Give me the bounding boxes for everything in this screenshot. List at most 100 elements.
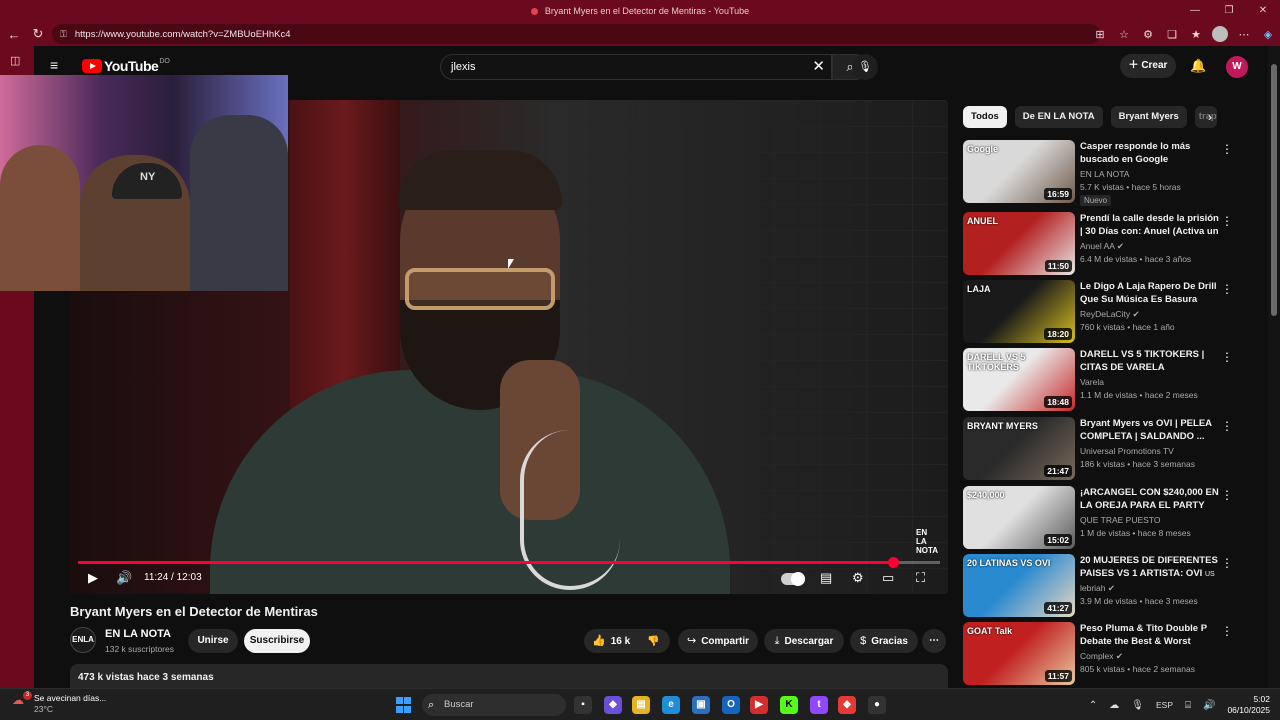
obs-icon[interactable]: ● bbox=[868, 696, 886, 714]
more-vertical-icon[interactable]: ⋮ bbox=[1221, 556, 1233, 570]
recommendation-channel[interactable]: Universal Promotions TV bbox=[1080, 446, 1174, 456]
recommendation-channel[interactable]: EN LA NOTA bbox=[1080, 169, 1129, 179]
video-thumbnail[interactable]: ANUEL 11:50 bbox=[963, 212, 1075, 275]
recommendation-title[interactable]: Le Digo A Laja Rapero De Drill Que Su Mú… bbox=[1080, 280, 1220, 307]
recommendation-title[interactable]: DARELL VS 5 TIKTOKERS | CITAS DE VARELA bbox=[1080, 348, 1220, 374]
edge-icon[interactable]: e bbox=[662, 696, 680, 714]
recommendation-title[interactable]: Bryant Myers vs OVI | PELEA COMPLETA | S… bbox=[1080, 417, 1220, 443]
favorite-star-icon[interactable]: ☆ bbox=[1116, 28, 1132, 41]
collections-icon[interactable]: ❏ bbox=[1164, 28, 1180, 41]
more-vertical-icon[interactable]: ⋮ bbox=[1221, 350, 1233, 364]
chip-channel[interactable]: De EN LA NOTA bbox=[1014, 106, 1103, 128]
windows-start-icon[interactable] bbox=[396, 697, 412, 713]
recommendation-item[interactable]: LAJA 18:20 Le Digo A Laja Rapero De Drill … bbox=[963, 280, 1233, 344]
onedrive-icon[interactable]: ☁ bbox=[1109, 700, 1119, 711]
video-thumbnail[interactable]: DARELL VS 5 TIKTOKERS 18:48 bbox=[963, 348, 1075, 411]
recommendation-title[interactable]: 20 MUJERES DE DIFERENTES PAISES VS 1 ART… bbox=[1080, 554, 1220, 581]
more-actions-button[interactable]: ⋯ bbox=[922, 629, 946, 653]
tab-actions-icon[interactable]: ◫ bbox=[10, 54, 20, 67]
chip-trap[interactable]: trap bbox=[1194, 106, 1217, 128]
more-vertical-icon[interactable]: ⋮ bbox=[1221, 142, 1233, 156]
browser-profile-avatar[interactable] bbox=[1212, 26, 1228, 42]
outlook-icon[interactable]: O bbox=[722, 696, 740, 714]
youtube-logo[interactable]: YouTube DO bbox=[82, 58, 170, 74]
app-available-icon[interactable]: ⊞ bbox=[1092, 28, 1108, 41]
reload-icon[interactable]: ↻ bbox=[26, 26, 50, 42]
store-icon[interactable]: ▣ bbox=[692, 696, 710, 714]
channel-watermark[interactable]: EN LA NOTA bbox=[916, 528, 938, 555]
like-count[interactable]: 16 k bbox=[611, 636, 630, 647]
scrollbar-thumb[interactable] bbox=[1271, 64, 1277, 316]
recommendation-item[interactable]: GOAT Talk 11:57 Peso Pluma & Tito Double P… bbox=[963, 622, 1233, 686]
thanks-button[interactable]: $ Gracias bbox=[850, 629, 918, 653]
anydesk-icon[interactable]: ◆ bbox=[838, 696, 856, 714]
kick-icon[interactable]: K bbox=[780, 696, 798, 714]
recommendation-channel[interactable]: Complex ✔ bbox=[1080, 651, 1123, 662]
join-button[interactable]: Unirse bbox=[188, 629, 238, 653]
chevron-right-icon[interactable]: › bbox=[1208, 110, 1212, 124]
recommendation-channel[interactable]: ReyDeLaCity ✔ bbox=[1080, 309, 1140, 320]
account-avatar[interactable]: W bbox=[1226, 56, 1248, 78]
maximize-button[interactable]: ❐ bbox=[1212, 0, 1246, 22]
video-thumbnail[interactable]: Google 16:59 bbox=[963, 140, 1075, 203]
description-box[interactable]: 473 k vistas hace 3 semanas bbox=[70, 664, 948, 688]
recommendation-title[interactable]: Peso Pluma & Tito Double P Debate the Be… bbox=[1080, 622, 1220, 649]
progress-bar[interactable] bbox=[78, 557, 940, 568]
youtube-app-icon[interactable]: ▶ bbox=[750, 696, 768, 714]
autoplay-toggle[interactable] bbox=[781, 572, 805, 586]
extensions-icon[interactable]: ⚙ bbox=[1140, 28, 1156, 41]
menu-icon[interactable]: ≡ bbox=[50, 58, 64, 72]
recommendation-title[interactable]: Casper responde lo más buscado en Google bbox=[1080, 140, 1220, 166]
search-input[interactable]: jlexis ✕ bbox=[440, 54, 832, 80]
copilot-app-icon[interactable]: ◆ bbox=[604, 696, 622, 714]
create-button[interactable]: ＋ Crear bbox=[1120, 54, 1176, 78]
network-icon[interactable]: ⌸ bbox=[1185, 700, 1191, 711]
weather-widget[interactable]: ☁ 3 Se avecinan días... 23°C bbox=[12, 691, 106, 715]
back-icon[interactable]: ← bbox=[2, 27, 26, 42]
recommendation-item[interactable]: $240,000 15:02 ¡ARCANGEL CON $240,000 EN L… bbox=[963, 486, 1233, 550]
recommendation-title[interactable]: ¡ARCANGEL CON $240,000 EN LA OREJA PARA … bbox=[1080, 486, 1220, 513]
more-vertical-icon[interactable]: ⋮ bbox=[1221, 214, 1233, 228]
recommendation-item[interactable]: BRYANT MYERS 21:47 Bryant Myers vs OVI | P… bbox=[963, 417, 1233, 481]
taskbar-search[interactable]: ⌕ Buscar bbox=[422, 694, 566, 716]
share-button[interactable]: ↪ Compartir bbox=[678, 629, 758, 653]
fullscreen-icon[interactable]: ⛶ bbox=[916, 570, 925, 586]
theater-mode-icon[interactable]: ▭ bbox=[882, 570, 894, 586]
recommendation-item[interactable]: DARELL VS 5 TIKTOKERS 18:48 DARELL VS 5 TI… bbox=[963, 348, 1233, 412]
url-field[interactable]: ⚿ https://www.youtube.com/watch?v=ZMBUoE… bbox=[52, 24, 1100, 44]
copilot-icon[interactable]: ◈ bbox=[1260, 28, 1276, 41]
subtitles-icon[interactable]: ▤ bbox=[820, 570, 832, 586]
favorites-icon[interactable]: ★ bbox=[1188, 28, 1204, 41]
chip-bryant-myers[interactable]: Bryant Myers bbox=[1110, 106, 1187, 128]
recommendation-channel[interactable]: QUE TRAE PUESTO bbox=[1080, 515, 1160, 525]
recommendation-title[interactable]: Prendí la calle desde la prisión | 30 Dí… bbox=[1080, 212, 1220, 239]
recommendation-channel[interactable]: Anuel AA ✔ bbox=[1080, 241, 1124, 252]
like-icon[interactable]: 👍 bbox=[592, 635, 606, 647]
play-icon[interactable]: ▶ bbox=[88, 570, 98, 586]
clear-search-icon[interactable]: ✕ bbox=[812, 55, 825, 79]
download-button[interactable]: ⤓ Descargar bbox=[764, 629, 844, 653]
volume-tray-icon[interactable]: 🔊 bbox=[1203, 700, 1215, 711]
video-thumbnail[interactable]: GOAT Talk 11:57 bbox=[963, 622, 1075, 685]
site-info-icon[interactable]: ⚿ bbox=[60, 29, 67, 40]
language-indicator[interactable]: ESP bbox=[1156, 700, 1173, 710]
file-explorer-icon[interactable]: ▤ bbox=[632, 696, 650, 714]
subscribe-button[interactable]: Suscribirse bbox=[244, 629, 310, 653]
video-thumbnail[interactable]: $240,000 15:02 bbox=[963, 486, 1075, 549]
more-vertical-icon[interactable]: ⋮ bbox=[1221, 488, 1233, 502]
twitch-icon[interactable]: t bbox=[810, 696, 828, 714]
more-vertical-icon[interactable]: ⋮ bbox=[1221, 282, 1233, 296]
page-scrollbar[interactable] bbox=[1268, 46, 1280, 688]
notifications-bell-icon[interactable]: 🔔 bbox=[1190, 58, 1206, 74]
more-vertical-icon[interactable]: ⋮ bbox=[1221, 624, 1233, 638]
voice-search-button[interactable]: 🎙 bbox=[852, 54, 878, 80]
more-vertical-icon[interactable]: ⋮ bbox=[1221, 419, 1233, 433]
tray-overflow-icon[interactable]: ⌃ bbox=[1089, 700, 1097, 711]
task-view-icon[interactable]: ▪ bbox=[574, 696, 592, 714]
mic-tray-icon[interactable]: 🎙 bbox=[1131, 700, 1144, 711]
settings-gear-icon[interactable]: ⚙ bbox=[852, 570, 864, 586]
clock[interactable]: 5:02 06/10/2025 bbox=[1227, 694, 1270, 716]
recommendation-channel[interactable]: lebriah ✔ bbox=[1080, 583, 1115, 594]
recommendation-item[interactable]: Google 16:59 Casper responde lo más buscad… bbox=[963, 140, 1233, 206]
close-window-button[interactable]: ✕ bbox=[1246, 0, 1280, 22]
